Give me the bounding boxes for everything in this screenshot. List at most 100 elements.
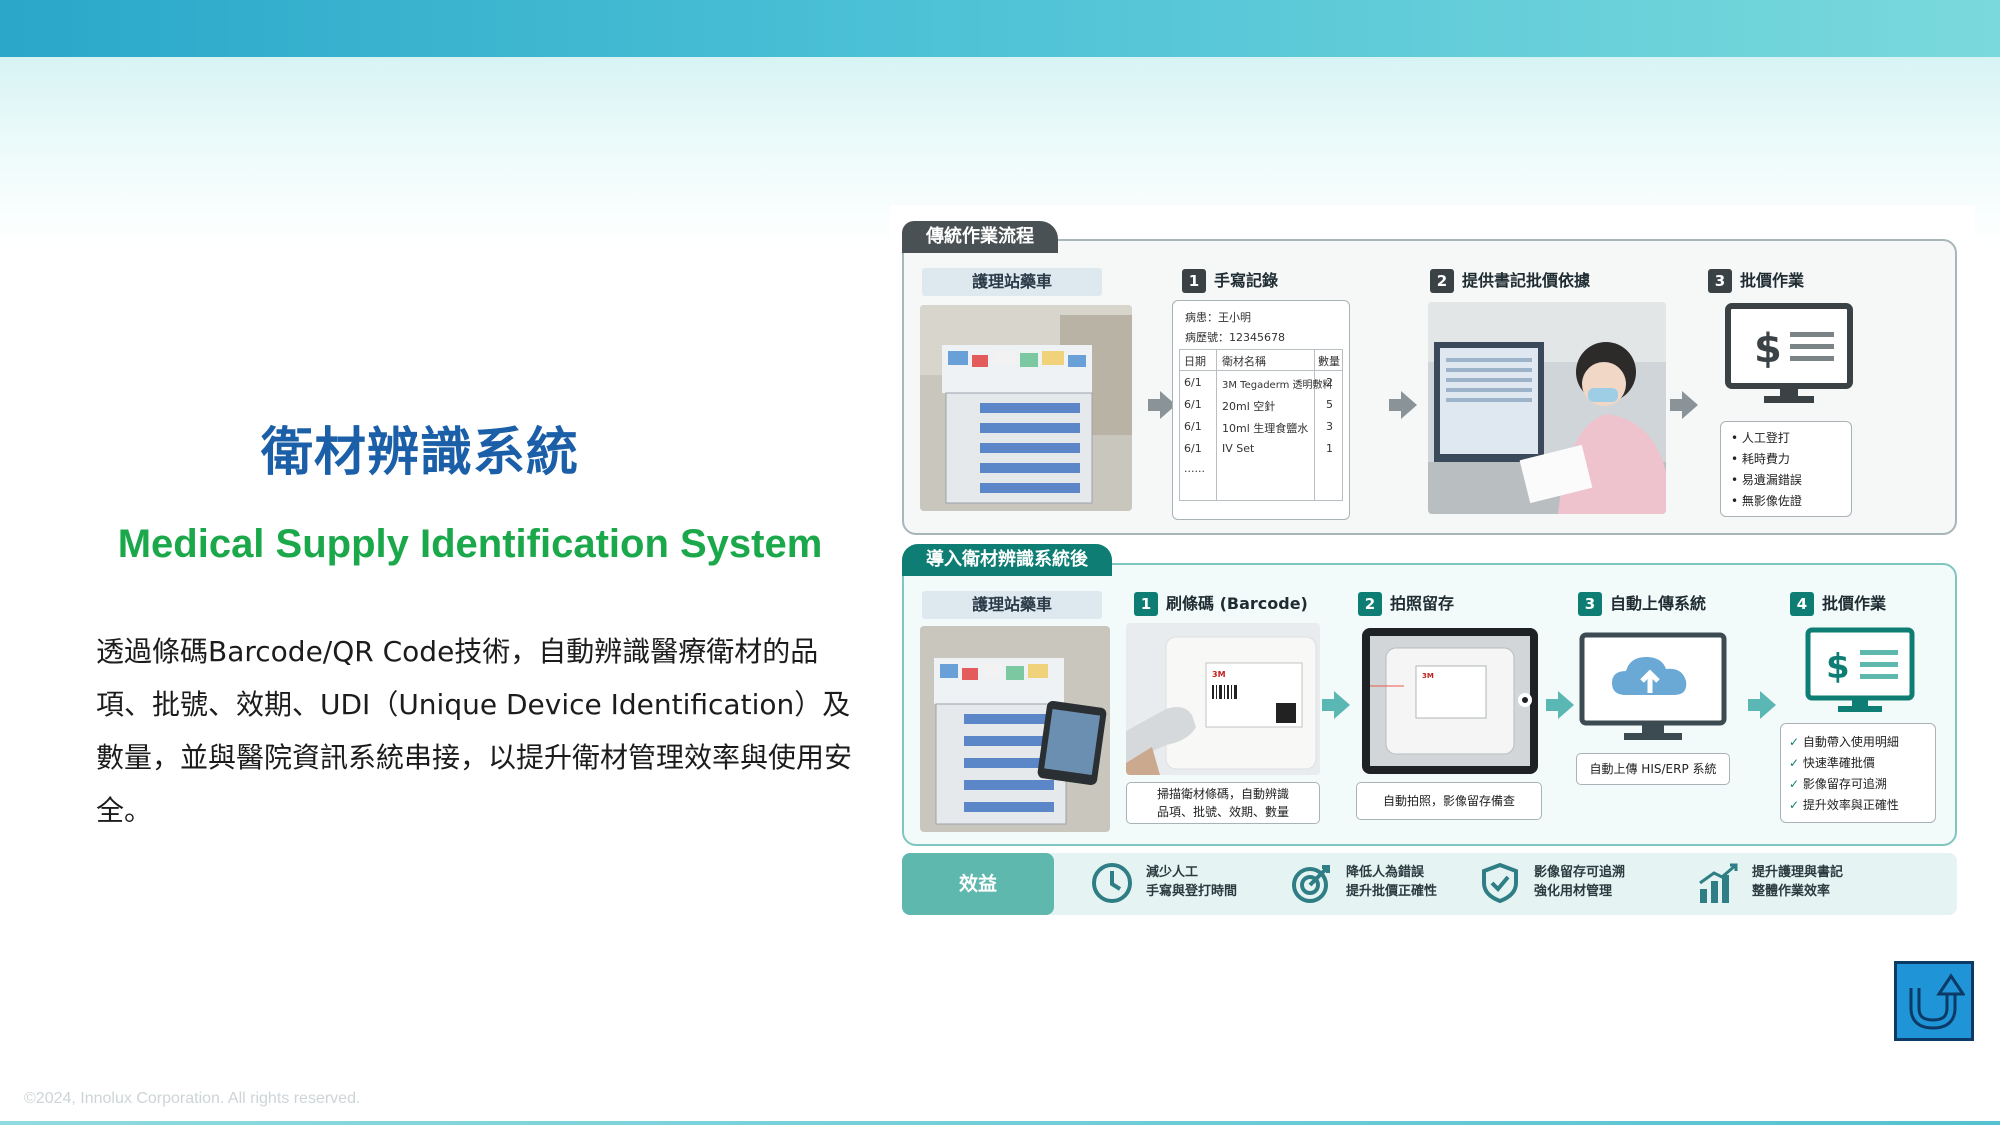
record-cell: 5	[1326, 398, 1333, 411]
result-item: ✓ 快速準確批價	[1789, 753, 1927, 774]
check-icon: ✓	[1789, 798, 1800, 812]
traditional-step-3: 3 批價作業	[1708, 267, 1804, 293]
new-step-3: 3 自動上傳系統	[1578, 590, 1706, 616]
svg-text:3M: 3M	[1212, 670, 1226, 679]
benefit-item: 提升護理與書記 整體作業效率	[1699, 863, 1844, 903]
slide-title-english: Medical Supply Identification System	[117, 522, 823, 566]
step-number: 2	[1430, 269, 1454, 293]
step-number: 3	[1708, 269, 1732, 293]
benefit-item: 降低人為錯誤 提升批價正確性	[1292, 863, 1438, 903]
issue-item: • 易遺漏錯誤	[1731, 473, 1802, 487]
step-label: 刷條碼 (Barcode)	[1166, 594, 1308, 613]
new-process-tab: 導入衛材辨識系統後	[902, 544, 1112, 576]
benefit-line: 減少人工	[1146, 865, 1199, 880]
flow-arrow-icon	[1322, 691, 1350, 719]
result-label: 提升效率與正確性	[1802, 798, 1899, 812]
step-label: 自動上傳系統	[1610, 594, 1707, 613]
record-chart-number: 病歷號：12345678	[1185, 331, 1285, 344]
record-cell: IV Set	[1222, 442, 1255, 455]
result-label: 快速準確批價	[1802, 756, 1875, 770]
record-cell: 20ml 空針	[1222, 400, 1276, 413]
record-cell: 3M Tegaderm 透明敷料	[1222, 380, 1333, 391]
slide-title-chinese: 衛材辨識系統	[260, 423, 579, 483]
cart-label: 護理站藥車	[922, 591, 1102, 619]
benefit-line: 手寫與登打時間	[1146, 884, 1238, 899]
traditional-step-1: 1 手寫記錄	[1182, 267, 1278, 293]
issue-item: • 耗時費力	[1731, 452, 1790, 466]
check-icon: ✓	[1789, 756, 1800, 770]
record-more: ......	[1184, 462, 1205, 475]
photo-caption: 自動拍照，影像留存備查	[1356, 782, 1542, 820]
top-banner	[0, 0, 2000, 57]
benefit-line: 強化用材管理	[1534, 884, 1613, 899]
traditional-step-2: 2 提供書記批價依據	[1430, 267, 1590, 293]
step-number: 4	[1790, 592, 1814, 616]
copyright-footer: ©2024, Innolux Corporation. All rights r…	[24, 1090, 361, 1107]
new-step-2: 2 拍照留存	[1358, 590, 1454, 616]
benefit-line: 提升批價正確性	[1346, 884, 1438, 899]
step-number: 2	[1358, 592, 1382, 616]
step-number: 3	[1578, 592, 1602, 616]
u-turn-arrow-icon	[1909, 973, 1965, 1030]
benefits-tag: 效益	[902, 853, 1054, 915]
record-cell: 1	[1326, 442, 1333, 455]
target-icon	[1292, 865, 1330, 903]
svg-text:$: $	[1826, 647, 1850, 687]
cart-label: 護理站藥車	[922, 268, 1102, 296]
record-cell: 6/1	[1184, 442, 1202, 455]
result-item: ✓ 自動帶入使用明細	[1789, 732, 1927, 753]
handwritten-record-sheet: 病患：王小明 病歷號：12345678 日期 衛材名稱 數量 6/1 3M Te…	[1172, 300, 1350, 520]
clerk-photo	[1428, 302, 1666, 514]
benefits-bar: 效益 減少人工 手寫與登打時間 降低人為錯誤 提升批價正確性 影像留存可追溯 強…	[902, 853, 1957, 915]
benefit-item: 減少人工 手寫與登打時間	[1092, 863, 1238, 903]
growth-chart-icon	[1699, 863, 1738, 903]
svg-text:3M: 3M	[1422, 672, 1434, 680]
flow-arrow-icon	[1670, 391, 1698, 419]
step-label: 批價作業	[1740, 271, 1805, 290]
step-number: 1	[1134, 592, 1158, 616]
check-icon: ✓	[1789, 777, 1800, 791]
record-cell: 3	[1326, 420, 1333, 433]
result-label: 自動帶入使用明細	[1802, 735, 1899, 749]
process-infographic: 傳統作業流程 護理站藥車 1 手寫記錄 2 提供書記批價依據 3 批價作業 病患…	[890, 205, 1975, 920]
benefit-item: 影像留存可追溯 強化用材管理	[1482, 862, 1626, 904]
benefit-line: 影像留存可追溯	[1534, 865, 1626, 880]
record-header: 數量	[1318, 355, 1340, 368]
record-cell: 6/1	[1184, 420, 1202, 433]
flow-arrow-icon	[1389, 391, 1417, 419]
shield-icon	[1482, 862, 1518, 904]
result-item: ✓ 提升效率與正確性	[1789, 795, 1927, 816]
bottom-accent-line	[0, 1121, 2000, 1125]
step-label: 拍照留存	[1390, 594, 1455, 613]
flow-arrow-icon	[1546, 691, 1574, 719]
new-step-4: 4 批價作業	[1790, 590, 1886, 616]
photo-capture-tablet: 3M	[1360, 626, 1540, 776]
smart-cart-photo	[920, 626, 1110, 832]
record-header: 日期	[1184, 355, 1206, 368]
return-button[interactable]	[1894, 961, 1974, 1041]
medicine-cart-photo	[920, 305, 1132, 511]
new-results-list: ✓ 自動帶入使用明細 ✓ 快速準確批價 ✓ 影像留存可追溯 ✓ 提升效率與正確性	[1780, 723, 1936, 823]
slide-description: 透過條碼Barcode/QR Code技術，自動辨識醫療衛材的品項、批號、效期、…	[96, 635, 853, 827]
clock-icon	[1092, 863, 1132, 903]
barcode-scan-photo: 3M	[1126, 623, 1320, 775]
cloud-upload-monitor-icon	[1578, 631, 1728, 743]
issue-item: • 人工登打	[1731, 431, 1790, 445]
record-table: 日期 衛材名稱 數量 6/1 3M Tegaderm 透明敷料 2 6/1 20…	[1179, 349, 1343, 501]
traditional-process-tab: 傳統作業流程	[902, 221, 1058, 253]
record-cell: 2	[1326, 376, 1333, 389]
billing-monitor-icon: $	[1804, 626, 1916, 718]
benefit-line: 整體作業效率	[1752, 884, 1831, 899]
svg-text:$: $	[1754, 326, 1782, 372]
benefit-line: 降低人為錯誤	[1346, 865, 1425, 880]
benefit-line: 提升護理與書記	[1752, 865, 1844, 880]
record-cell: 6/1	[1184, 398, 1202, 411]
record-cell: 10ml 生理食鹽水	[1222, 422, 1309, 435]
new-step-1: 1 刷條碼 (Barcode)	[1134, 590, 1308, 616]
scan-caption: 掃描衛材條碼，自動辨識 品項、批號、效期、數量	[1126, 782, 1320, 824]
check-icon: ✓	[1789, 735, 1800, 749]
flow-arrow-icon	[1748, 691, 1776, 719]
step-number: 1	[1182, 269, 1206, 293]
record-header: 衛材名稱	[1222, 355, 1266, 368]
traditional-issues-list: • 人工登打 • 耗時費力 • 易遺漏錯誤 • 無影像佐證	[1720, 421, 1852, 517]
